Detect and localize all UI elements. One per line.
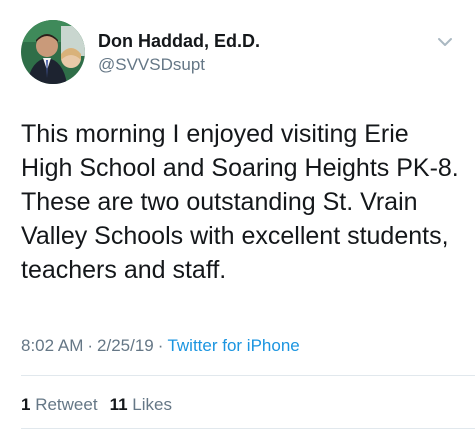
likes-stat[interactable]: 11 Likes xyxy=(110,395,172,414)
profile-photo-icon xyxy=(21,20,85,84)
meta-separator: · xyxy=(87,336,94,355)
tweet-time[interactable]: 8:02 AM xyxy=(21,336,83,355)
tweet-meta: 8:02 AM · 2/25/19 · Twitter for iPhone xyxy=(21,336,300,356)
chevron-down-icon[interactable] xyxy=(437,36,453,48)
meta-separator: · xyxy=(157,336,164,355)
likes-count: 11 xyxy=(109,395,128,414)
likes-label: Likes xyxy=(132,395,172,414)
author-name[interactable]: Don Haddad, Ed.D. xyxy=(98,31,260,52)
retweets-count: 1 xyxy=(21,395,31,414)
tweet-text: This morning I enjoyed visiting Erie Hig… xyxy=(21,120,459,284)
tweet-source-link[interactable]: Twitter for iPhone xyxy=(167,336,299,355)
avatar[interactable] xyxy=(21,20,85,84)
divider xyxy=(21,375,475,376)
retweets-stat[interactable]: 1 Retweet xyxy=(21,395,98,414)
divider xyxy=(21,428,475,429)
tweet-date[interactable]: 2/25/19 xyxy=(97,336,154,355)
author-handle[interactable]: @SVVSDsupt xyxy=(98,55,205,75)
tweet-stats: 1 Retweet 11 Likes xyxy=(21,395,172,415)
tweet: Don Haddad, Ed.D. @SVVSDsupt This mornin… xyxy=(0,0,475,441)
retweets-label: Retweet xyxy=(35,395,98,414)
